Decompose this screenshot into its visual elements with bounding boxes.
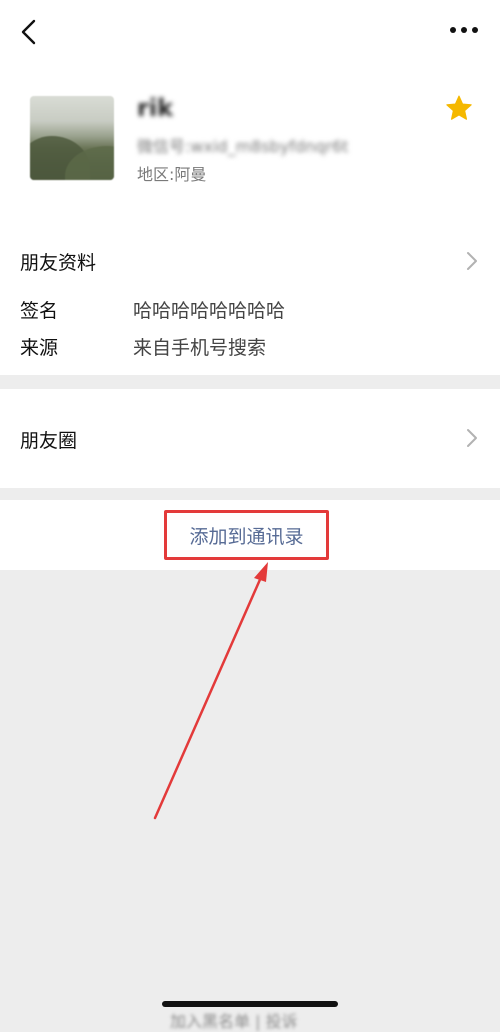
star-icon: [446, 95, 472, 120]
region-label: 地区:: [137, 165, 175, 184]
back-icon[interactable]: [18, 18, 40, 46]
region: 地区:阿曼: [137, 161, 206, 185]
avatar[interactable]: [30, 96, 114, 180]
chevron-right-icon: [467, 429, 477, 447]
friend-profile-label: 朋友资料: [20, 252, 97, 274]
chevron-right-icon: [467, 252, 477, 270]
moments-label: 朋友圈: [20, 430, 78, 452]
profile-name: rik: [137, 94, 174, 122]
source-label: 来源: [20, 337, 59, 359]
signature-label: 签名: [20, 300, 59, 322]
blacklist-report-link[interactable]: 加入黑名单 | 投诉: [170, 1008, 298, 1032]
wechat-id-value: wxid_m8sbyfdnqr6t: [190, 137, 349, 156]
wechat-id-label: 微信号:: [137, 137, 191, 156]
signature-value: 哈哈哈哈哈哈哈哈: [133, 300, 286, 322]
moments-row[interactable]: 朋友圈: [0, 389, 500, 488]
add-to-contacts-button[interactable]: 添加到通讯录: [164, 510, 329, 560]
region-value: 阿曼: [174, 165, 207, 184]
home-indicator: [162, 1001, 338, 1007]
more-icon[interactable]: [448, 22, 480, 38]
friend-profile-row[interactable]: 朋友资料: [0, 238, 500, 284]
source-value: 来自手机号搜索: [133, 337, 267, 359]
wechat-id: 微信号:wxid_m8sbyfdnqr6t: [137, 133, 348, 157]
